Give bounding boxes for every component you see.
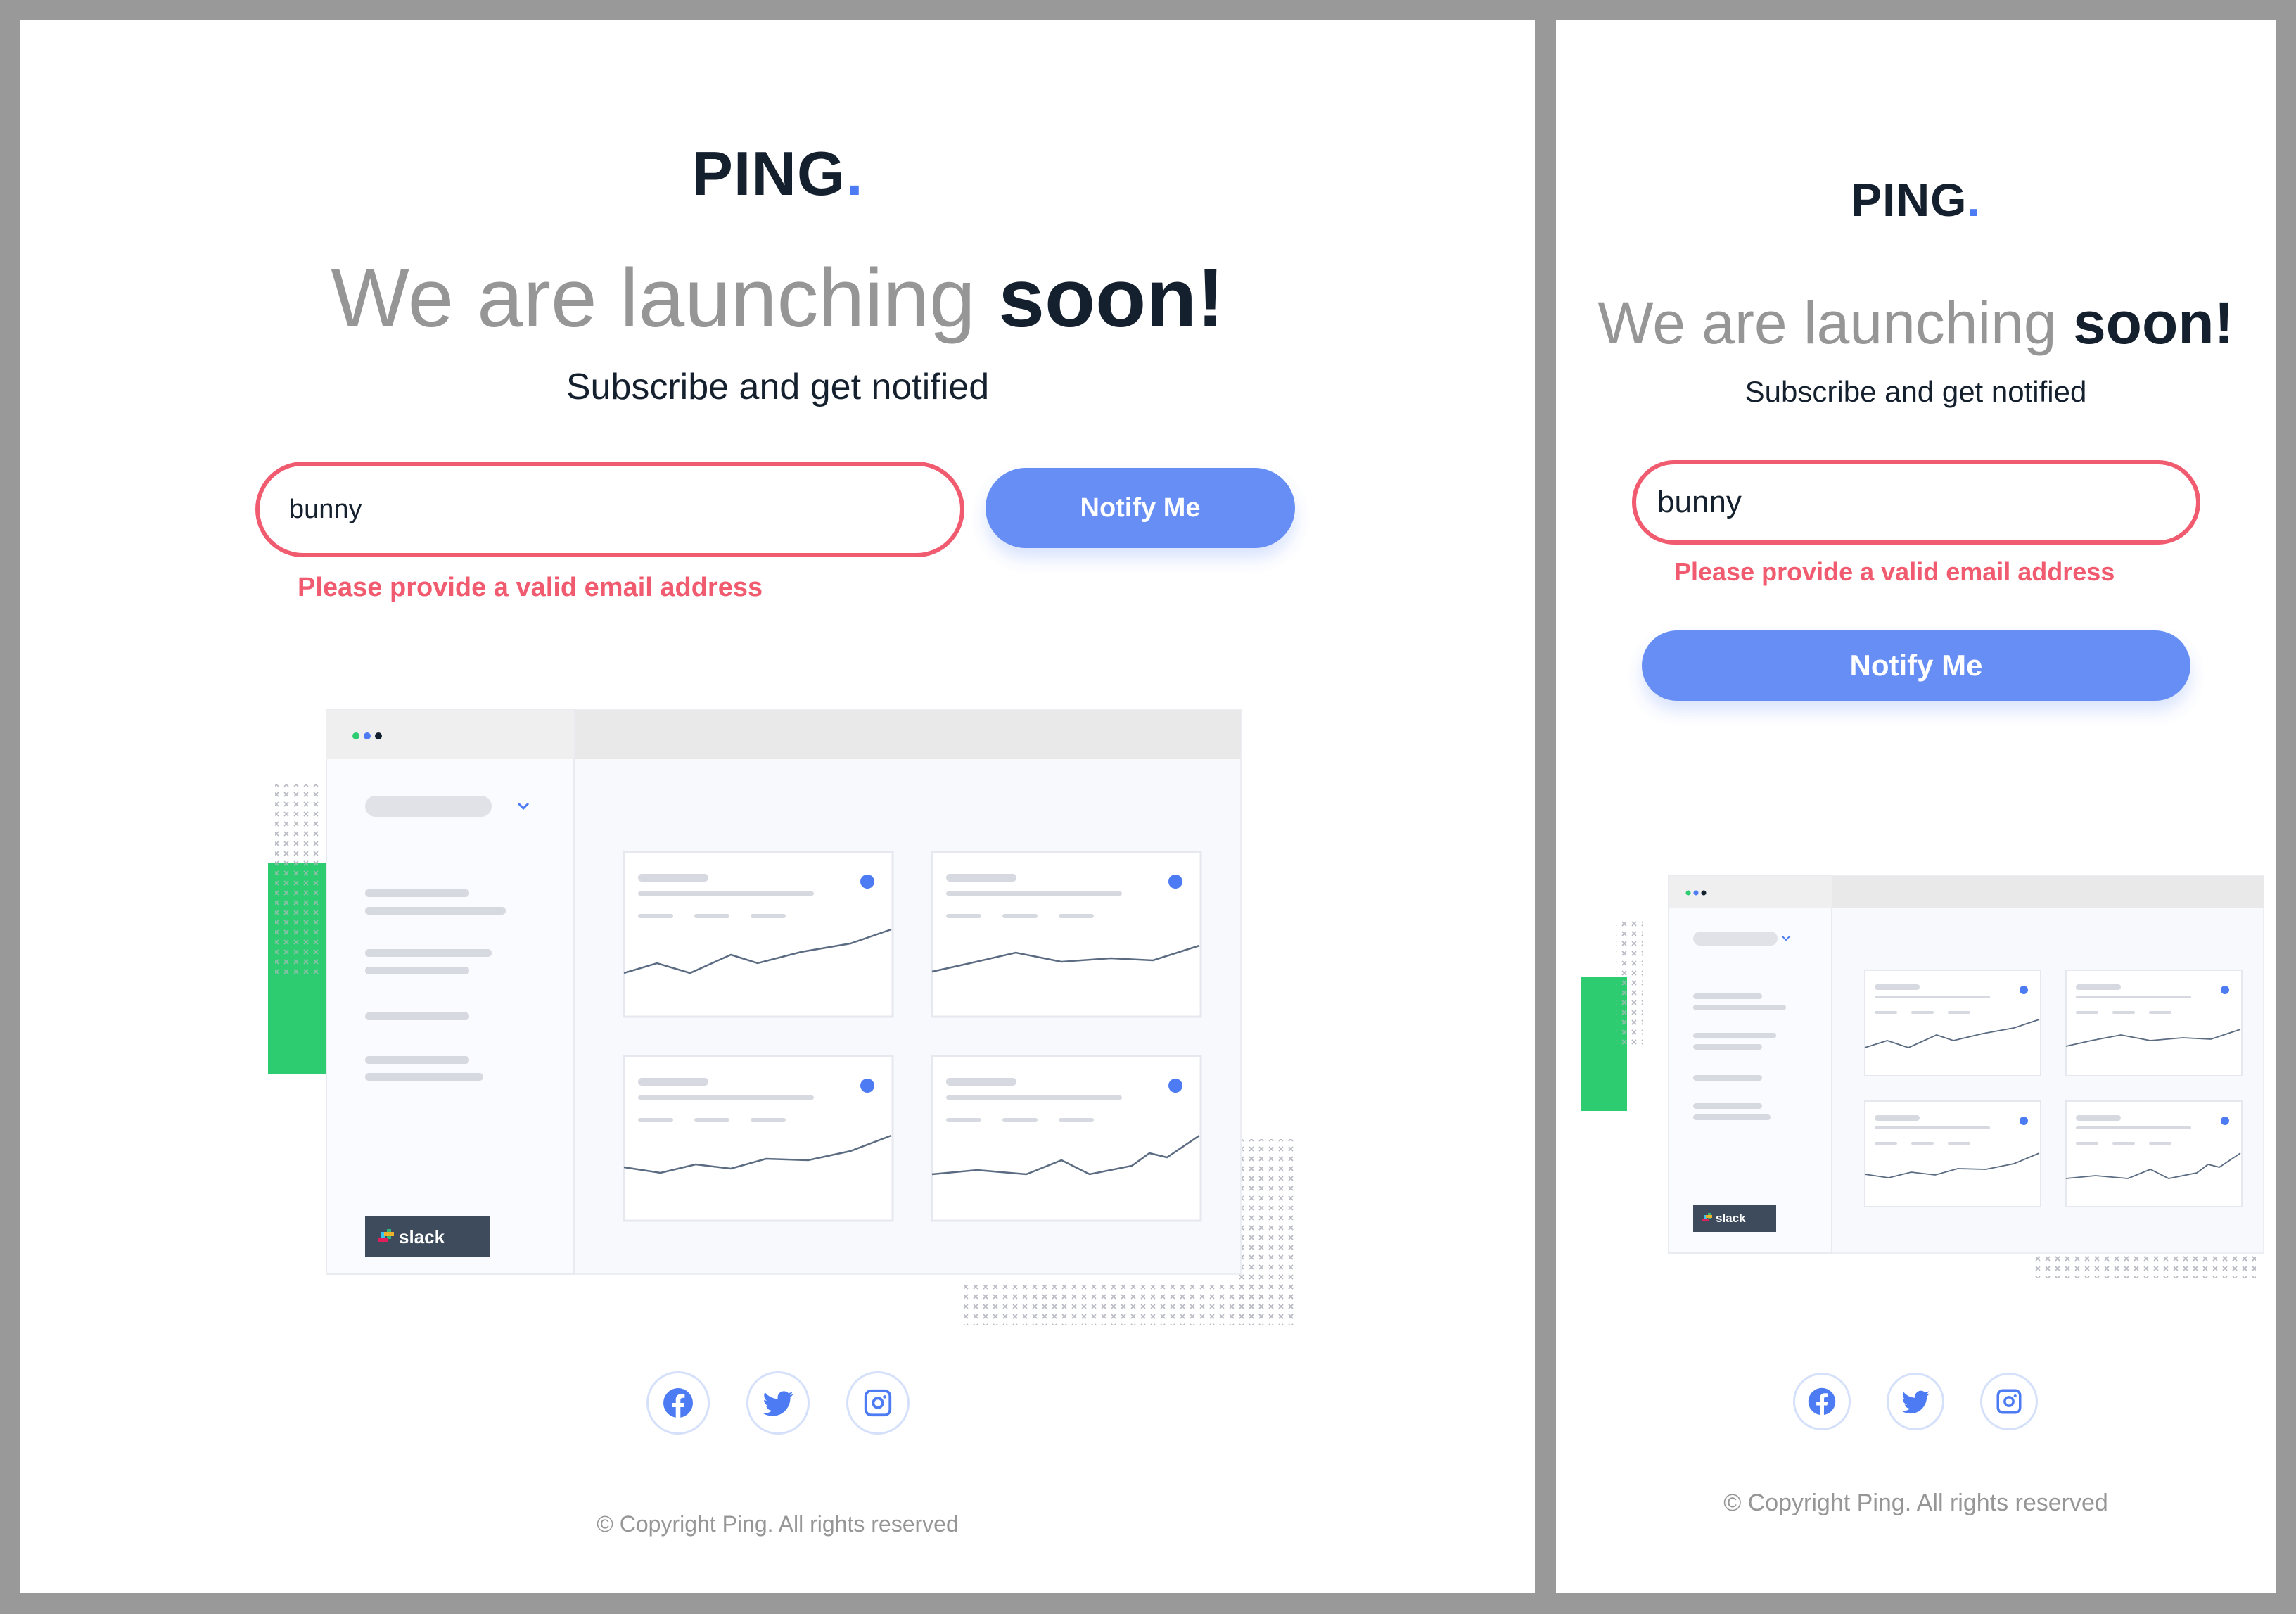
- slack-label: slack: [1716, 1212, 1746, 1225]
- slack-label: slack: [399, 1226, 445, 1247]
- instagram-icon: [864, 1389, 892, 1417]
- email-error-message: Please provide a valid email address: [1674, 557, 2115, 586]
- facebook-button[interactable]: [1793, 1373, 1851, 1430]
- logo: PING.: [20, 139, 1535, 209]
- instagram-button[interactable]: [846, 1371, 910, 1435]
- chart-card-3: [1864, 1100, 2041, 1207]
- subtitle: Subscribe and get notified: [1745, 375, 2087, 408]
- twitter-icon: [1901, 1390, 1930, 1414]
- chart-card-3: [623, 1055, 894, 1222]
- chart-card-4: [931, 1055, 1202, 1222]
- instagram-button[interactable]: [1980, 1373, 2038, 1430]
- instagram-icon: [1996, 1389, 2022, 1414]
- headline-bold: soon!: [2072, 290, 2234, 356]
- email-input[interactable]: [255, 462, 964, 557]
- headline-light: We are launching: [1597, 290, 2073, 356]
- facebook-icon: [663, 1388, 693, 1418]
- copyright-text: © Copyright Ping. All rights reserved: [597, 1511, 959, 1537]
- chart-card-4: [2065, 1100, 2243, 1207]
- notify-me-button[interactable]: Notify Me: [986, 468, 1295, 548]
- chart-card-2: [2065, 970, 2243, 1076]
- email-input[interactable]: [1632, 460, 2200, 545]
- dashboard-illustration: slack: [268, 709, 1296, 1325]
- cross-pattern-bottom: [964, 1285, 1296, 1325]
- copyright-text: © Copyright Ping. All rights reserved: [1723, 1489, 2108, 1516]
- facebook-button[interactable]: [646, 1371, 710, 1435]
- logo-text: PING: [691, 139, 846, 208]
- slack-badge: slack: [1693, 1205, 1776, 1232]
- page-title: We are launching soon!: [1556, 284, 2276, 362]
- email-error-message: Please provide a valid email address: [298, 573, 763, 602]
- mobile-view: PING. We are launching soon! Subscribe a…: [1556, 20, 2276, 1593]
- chart-card-2: [931, 851, 1202, 1018]
- logo-dot: .: [846, 139, 864, 208]
- twitter-button[interactable]: [746, 1371, 810, 1435]
- chart-card-1: [1864, 970, 2041, 1076]
- logo-text: PING: [1851, 174, 1967, 226]
- twitter-icon: [763, 1391, 793, 1416]
- dashboard-illustration: slack: [1581, 875, 2264, 1278]
- slack-badge: slack: [365, 1216, 490, 1257]
- twitter-button[interactable]: [1887, 1373, 1944, 1430]
- subtitle: Subscribe and get notified: [566, 367, 990, 407]
- notify-me-button[interactable]: Notify Me: [1642, 630, 2190, 701]
- chart-card-1: [623, 851, 894, 1018]
- logo: PING.: [1556, 172, 2276, 228]
- facebook-icon: [1808, 1387, 1836, 1416]
- page-title: We are launching soon!: [20, 249, 1535, 348]
- headline-light: We are launching: [331, 252, 999, 345]
- logo-dot: .: [1967, 174, 1981, 226]
- desktop-view: PING. We are launching soon! Subscribe a…: [20, 20, 1535, 1593]
- headline-bold: soon!: [998, 252, 1225, 345]
